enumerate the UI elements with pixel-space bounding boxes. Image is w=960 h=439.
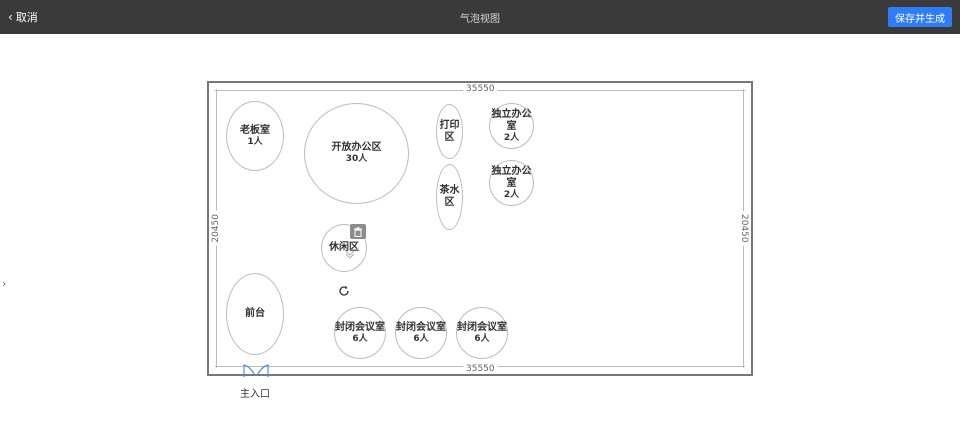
chevron-right-icon[interactable]: › [2, 277, 6, 290]
zone-open-office[interactable]: 开放办公区 30人 [304, 103, 409, 204]
trash-icon[interactable] [350, 224, 366, 239]
zone-meeting-room-3[interactable]: 封闭会议室 6人 [456, 307, 508, 359]
zone-boss-office[interactable]: 老板室 1人 [226, 101, 284, 171]
main-entrance-label: 主入口 [240, 389, 270, 400]
zone-private-office-2[interactable]: 独立办公室 2人 [489, 160, 534, 206]
save-and-generate-button[interactable]: 保存并生成 [888, 7, 952, 27]
zone-reception[interactable]: 前台 [226, 273, 284, 355]
page-title: 气泡视图 [460, 14, 500, 25]
double-door-icon [243, 364, 269, 377]
zone-meeting-room-1[interactable]: 封闭会议室 6人 [334, 307, 386, 359]
zone-print-area[interactable]: 打印区 [436, 104, 463, 159]
height-dimension-right: 20450 [739, 211, 749, 246]
height-dimension-left: 20450 [211, 211, 221, 246]
zone-meeting-room-2[interactable]: 封闭会议室 6人 [395, 307, 447, 359]
width-dimension-top: 35550 [463, 84, 498, 94]
width-dimension-bottom: 35550 [463, 364, 498, 374]
zone-private-office-1[interactable]: 独立办公室 2人 [489, 103, 534, 149]
rotate-icon[interactable] [337, 284, 350, 297]
top-bar: ‹ 取消 气泡视图 保存并生成 [0, 0, 960, 34]
move-handle-icon[interactable] [344, 248, 356, 260]
zone-tea-area[interactable]: 茶水区 [436, 164, 463, 230]
